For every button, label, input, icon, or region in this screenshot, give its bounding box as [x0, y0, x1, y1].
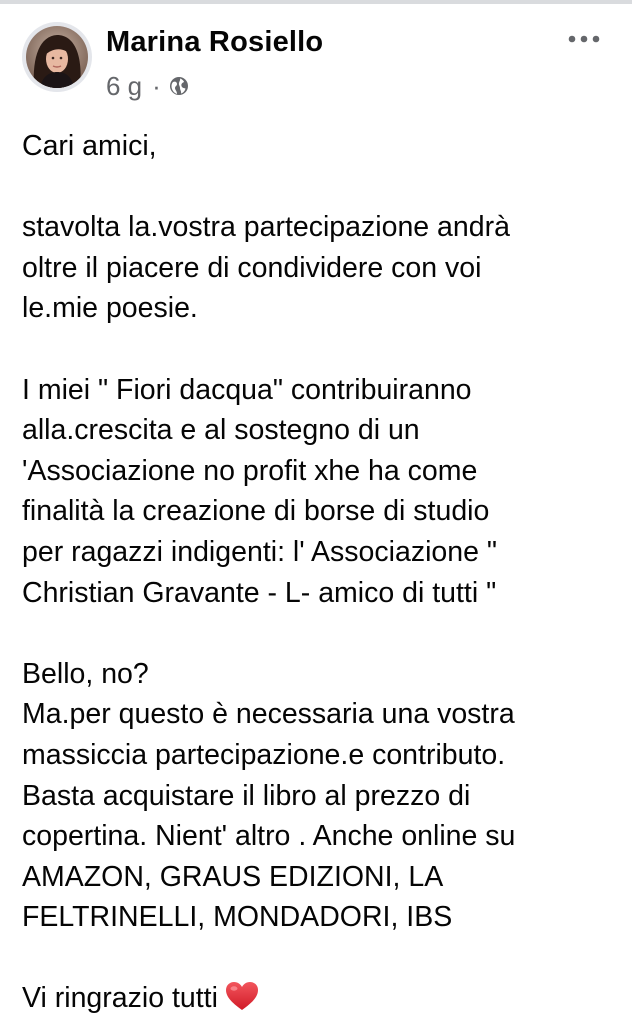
avatar[interactable] — [22, 22, 92, 92]
body-line: FELTRINELLI, MONDADORI, IBS — [22, 901, 453, 934]
body-line: alla.crescita e al sostegno di un — [22, 414, 420, 447]
body-line: le.mie poesie. — [22, 292, 198, 325]
more-options-button[interactable] — [556, 24, 612, 54]
globe-icon — [169, 77, 188, 95]
author-name[interactable]: Marina Rosiello — [106, 26, 323, 59]
body-line: I miei " Fiori dacqua" contribuiranno — [22, 373, 472, 406]
body-line: per ragazzi indigenti: l' Associazione " — [22, 535, 497, 568]
closing-line: Vi ringrazio tutti — [22, 978, 622, 1019]
profile-photo — [26, 26, 88, 88]
body-line: massiccia partecipazione.e contributo. — [22, 738, 506, 771]
body-line: Basta acquistare il libro al prezzo di — [22, 779, 471, 812]
body-line: 'Associazione no profit xhe ha come — [22, 454, 478, 487]
body-line: Ma.per questo è necessaria una vostra — [22, 698, 515, 731]
closing-text: Vi ringrazio tutti — [22, 982, 218, 1015]
body-line: copertina. Nient' altro . Anche online s… — [22, 820, 516, 853]
post-timestamp[interactable]: 6 g — [106, 71, 142, 102]
body-line: AMAZON, GRAUS EDIZIONI, LA — [22, 860, 444, 893]
body-line: oltre il piacere di condividere con voi — [22, 251, 482, 284]
meta-separator: · — [152, 70, 161, 101]
post-body: Cari amici, stavolta la.vostra partecipa… — [22, 126, 622, 1019]
body-line: Christian Gravante - L- amico di tutti " — [22, 576, 497, 609]
post-header: Marina Rosiello 6 g · — [0, 0, 632, 110]
more-horizontal-icon — [568, 35, 600, 43]
red-heart-emoji — [225, 982, 258, 1011]
body-line: Bello, no? — [22, 657, 149, 690]
post-meta: 6 g · — [106, 70, 189, 102]
body-line: finalità la creazione di borse di studio — [22, 495, 490, 528]
body-line: stavolta la.vostra partecipazione andrà — [22, 211, 510, 244]
body-line: Cari amici, — [22, 130, 157, 162]
